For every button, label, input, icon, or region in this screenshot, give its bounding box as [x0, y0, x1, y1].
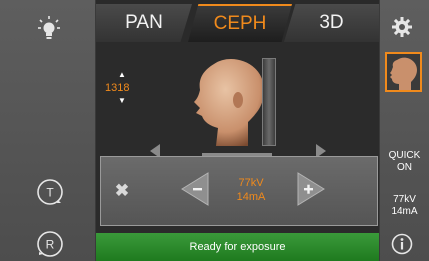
- height-down-button[interactable]: ▼: [118, 96, 126, 105]
- gear-icon[interactable]: [392, 17, 412, 37]
- right-panel: [379, 0, 429, 261]
- right-exposure-summary: 77kV 14mA: [382, 194, 427, 218]
- plus-arrow-icon[interactable]: [296, 171, 326, 207]
- app-frame: T R PAN CEPH 3D ▲ 1318 ▼ ✖ 77kV 14mA QUI…: [0, 0, 429, 261]
- quick-on-toggle[interactable]: QUICK ON: [382, 150, 427, 174]
- tab-ceph[interactable]: CEPH: [188, 4, 292, 42]
- quick-label: QUICK: [388, 150, 421, 161]
- patient-thumbnail-icon[interactable]: [385, 52, 422, 92]
- tab-pan[interactable]: PAN: [96, 4, 192, 42]
- height-up-button[interactable]: ▲: [118, 70, 126, 79]
- t-rotate-label: T: [46, 186, 54, 200]
- patient-thumbnail-image: [387, 54, 420, 90]
- close-icon[interactable]: ✖: [112, 181, 132, 201]
- r-rotate-label: R: [46, 238, 55, 252]
- t-rotate-icon[interactable]: T: [36, 178, 64, 206]
- kv-value: 77kV: [238, 177, 264, 189]
- mode-tabs: PAN CEPH 3D: [96, 0, 379, 42]
- patient-head-image: [194, 59, 264, 146]
- right-ma-value: 14mA: [391, 206, 418, 217]
- minus-arrow-icon[interactable]: [180, 171, 210, 207]
- status-bar: Ready for exposure: [96, 233, 379, 261]
- info-icon[interactable]: [391, 233, 413, 255]
- ma-value: 14mA: [236, 191, 266, 203]
- sensor-column: [262, 58, 276, 146]
- r-rotate-icon[interactable]: R: [36, 230, 64, 258]
- right-kv-value: 77kV: [393, 194, 416, 205]
- on-label: ON: [397, 162, 412, 173]
- exposure-values: 77kV 14mA: [221, 176, 281, 204]
- light-bulb-icon[interactable]: [38, 16, 60, 42]
- height-value: 1318: [105, 82, 130, 94]
- tab-3d[interactable]: 3D: [284, 4, 379, 42]
- status-text: Ready for exposure: [189, 241, 286, 253]
